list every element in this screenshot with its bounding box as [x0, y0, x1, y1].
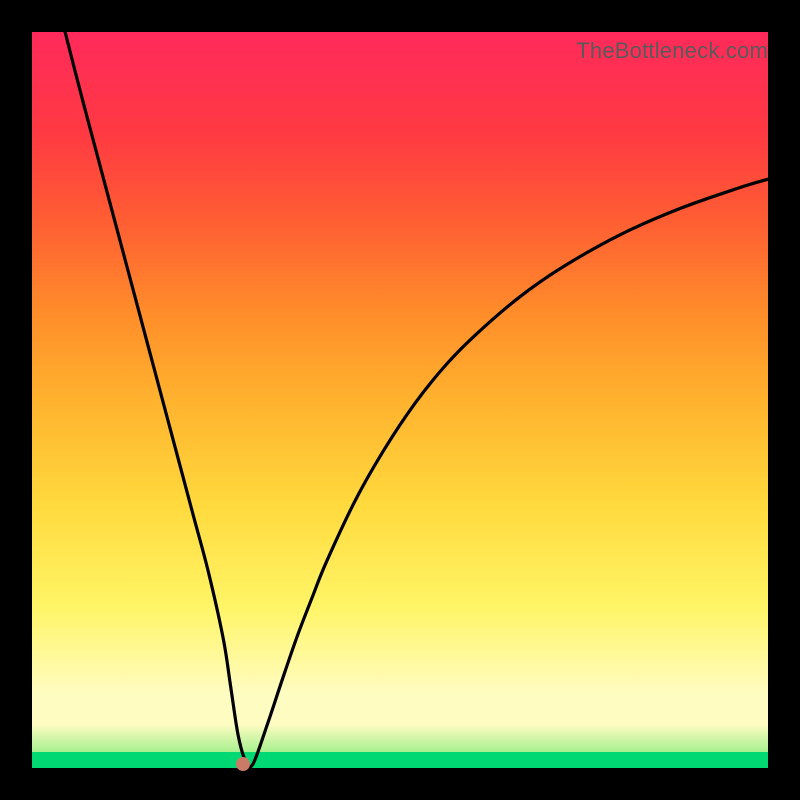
- plot-area: TheBottleneck.com: [32, 32, 768, 768]
- chart-frame: TheBottleneck.com: [0, 0, 800, 800]
- curve-layer: [32, 32, 768, 768]
- optimal-point-marker: [236, 757, 250, 771]
- bottleneck-curve: [65, 32, 768, 767]
